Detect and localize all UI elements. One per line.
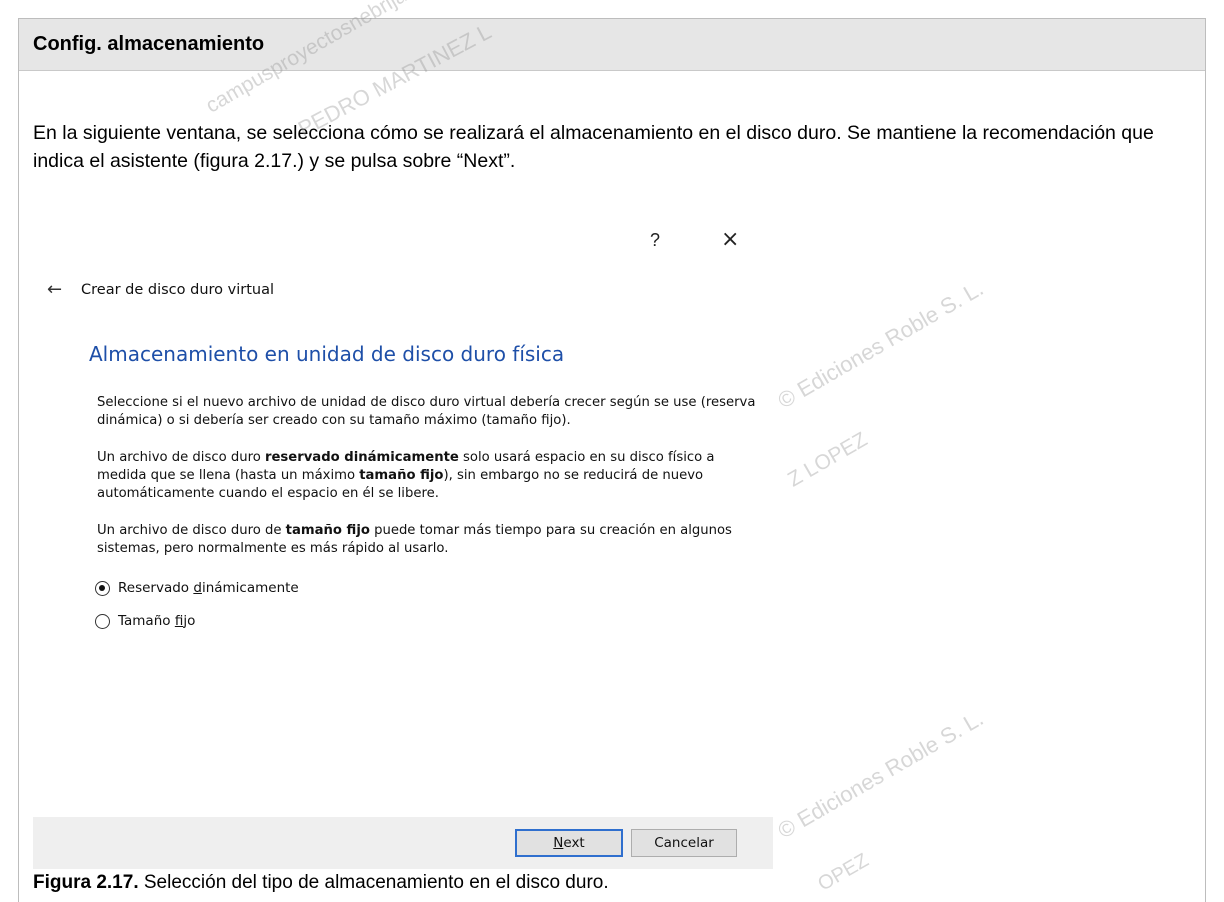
radio-dynamic-label-mnemonic: d: [193, 580, 202, 596]
radio-fixed-label-pre: Tamaño: [118, 613, 175, 629]
description-paragraph-1: Seleccione si el nuevo archivo de unidad…: [97, 395, 756, 428]
radio-fixed-circle-icon[interactable]: [95, 613, 110, 629]
wizard-page-heading: Almacenamiento en unidad de disco duro f…: [89, 342, 565, 366]
next-button-mnemonic: N: [553, 835, 564, 851]
p3-text-a: Un archivo de disco duro de: [97, 523, 286, 538]
radio-dynamic-label: Reservado dinámicamente: [118, 580, 299, 596]
back-arrow-icon[interactable]: ←: [47, 279, 81, 300]
p3-bold-fixed: tamaño fijo: [285, 523, 370, 538]
p2-text-a: Un archivo de disco duro: [97, 450, 265, 465]
radio-dynamic[interactable]: Reservado dinámicamente: [95, 580, 299, 596]
radio-dynamic-label-pre: Reservado: [118, 580, 194, 596]
radio-fixed[interactable]: Tamaño fijo: [95, 613, 195, 629]
description-paragraph-3: Un archivo de disco duro de tamaño fijo …: [97, 522, 757, 558]
dialog-footer: Next Cancelar: [33, 817, 773, 869]
dialog-header: ← Crear de disco duro virtual: [47, 279, 274, 300]
radio-dynamic-circle-icon[interactable]: [95, 580, 110, 596]
p2-bold-fixed: tamaño fijo: [359, 468, 444, 483]
p2-bold-dynamic: reservado dinámicamente: [264, 450, 459, 465]
radio-fixed-label: Tamaño fijo: [118, 613, 195, 629]
section-header: Config. almacenamiento: [19, 19, 1205, 71]
figure-caption: Figura 2.17. Selección del tipo de almac…: [33, 872, 609, 894]
help-button[interactable]: ?: [650, 230, 660, 251]
next-button-label: ext: [563, 835, 585, 851]
cancel-button[interactable]: Cancelar: [631, 829, 737, 857]
wizard-dialog: ? × ← Crear de disco duro virtual Almace…: [33, 224, 773, 869]
radio-dynamic-label-post: inámicamente: [201, 580, 299, 596]
figure-caption-label: Figura 2.17.: [33, 872, 139, 893]
intro-paragraph: En la siguiente ventana, se selecciona c…: [33, 122, 1154, 172]
close-button[interactable]: ×: [721, 227, 739, 252]
next-button[interactable]: Next: [515, 829, 623, 857]
figure-caption-text: Selección del tipo de almacenamiento en …: [138, 872, 609, 893]
content-frame: Config. almacenamiento En la siguiente v…: [18, 18, 1206, 902]
description-paragraph-2: Un archivo de disco duro reservado dinám…: [97, 449, 757, 503]
radio-fixed-label-post: ijo: [183, 613, 196, 629]
section-title: Config. almacenamiento: [33, 33, 265, 55]
dialog-window-title: Crear de disco duro virtual: [81, 281, 274, 298]
